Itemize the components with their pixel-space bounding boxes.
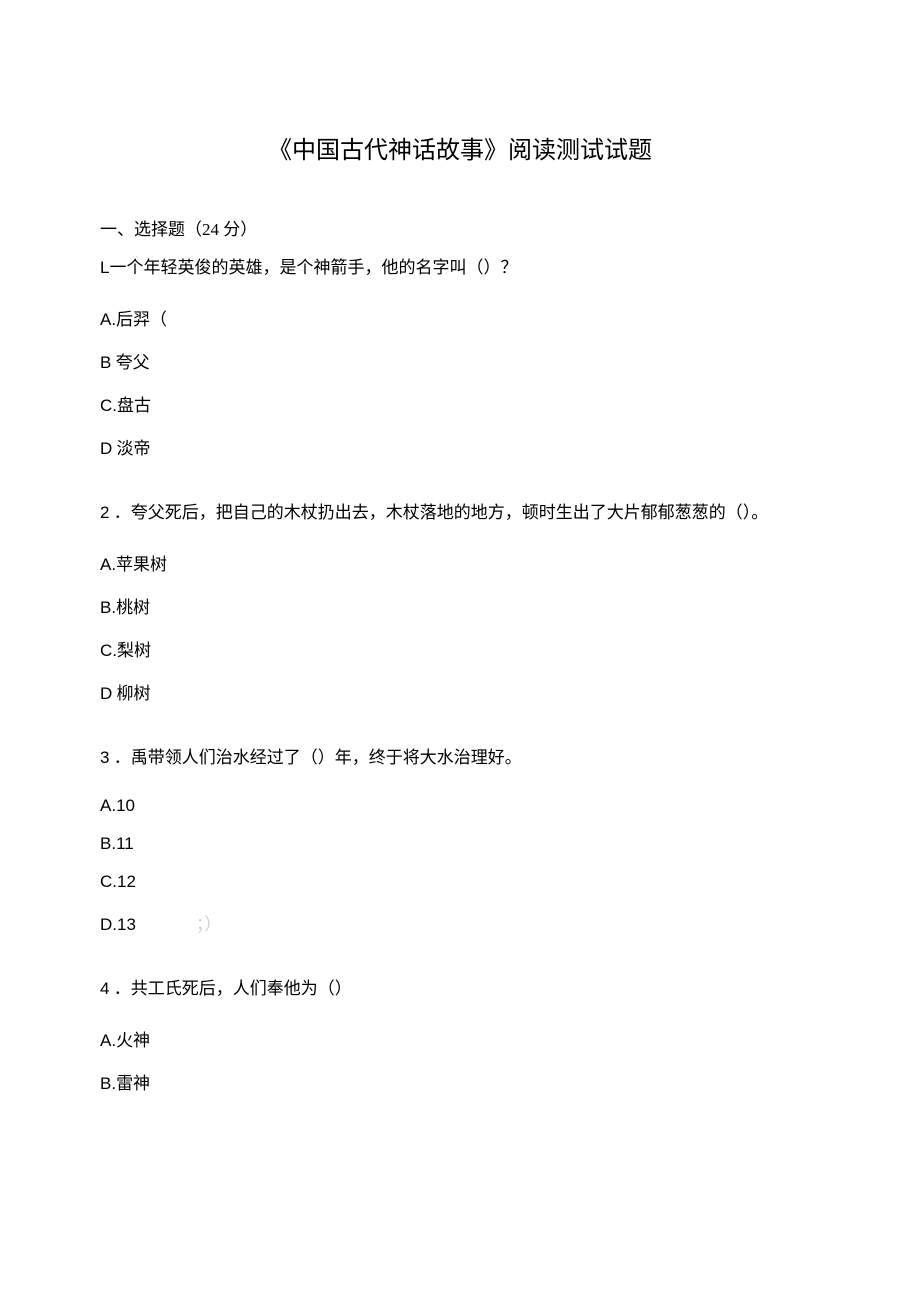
option-4a-prefix: A. — [100, 1031, 116, 1050]
option-3c-text: 12 — [117, 872, 136, 891]
option-3b: B.11 — [100, 834, 820, 854]
option-3c-prefix: C. — [100, 872, 117, 891]
option-1b: B 夸父 — [100, 348, 820, 373]
option-1d: D 淡帝 — [100, 434, 820, 459]
option-2c-text: 梨树 — [117, 641, 151, 660]
question-1-text: L一个年轻英俊的英雄，是个神箭手，他的名字叫（）？ — [100, 254, 820, 281]
option-3d: D.13 ；） — [100, 910, 820, 935]
question-1: L一个年轻英俊的英雄，是个神箭手，他的名字叫（）？ A.后羿（ B 夸父 C.盘… — [100, 254, 820, 459]
option-1b-prefix: B — [100, 353, 111, 372]
question-2: 2 ．夸父死后，把自己的木杖扔出去，木杖落地的地方，顿时生出了大片郁郁葱葱的（）… — [100, 499, 820, 704]
question-3-text: 3 ．禹带领人们治水经过了（）年，终于将大水治理好。 — [100, 744, 820, 771]
option-3a: A.10 — [100, 796, 820, 816]
option-1b-text: 夸父 — [111, 353, 149, 372]
option-2a-text: 苹果树 — [116, 555, 167, 574]
option-2b-prefix: B. — [100, 598, 116, 617]
option-2a-prefix: A. — [100, 555, 116, 574]
question-2-body: ．夸父死后，把自己的木杖扔出去，木杖落地的地方，顿时生出了大片郁郁葱葱的（）。 — [109, 503, 768, 522]
option-1c-text: 盘古 — [117, 396, 151, 415]
option-2a: A.苹果树 — [100, 550, 820, 575]
question-3: 3 ．禹带领人们治水经过了（）年，终于将大水治理好。 A.10 B.11 C.1… — [100, 744, 820, 934]
option-2d-text: 柳树 — [112, 684, 150, 703]
option-2b: B.桃树 — [100, 593, 820, 618]
option-1c-prefix: C. — [100, 396, 117, 415]
option-3c: C.12 — [100, 872, 820, 892]
option-1a-prefix: A. — [100, 310, 116, 329]
option-1d-prefix: D — [100, 439, 112, 458]
option-3b-prefix: B. — [100, 834, 116, 853]
document-title: 《中国古代神话故事》阅读测试试题 — [100, 130, 820, 165]
question-1-body: 一个年轻英俊的英雄，是个神箭手，他的名字叫（）？ — [109, 258, 517, 277]
question-4: 4 ．共工氏死后，人们奉他为（） A.火神 B.雷神 — [100, 975, 820, 1094]
option-2c: C.梨树 — [100, 636, 820, 661]
option-1a: A.后羿（ — [100, 305, 820, 330]
question-2-text: 2 ．夸父死后，把自己的木杖扔出去，木杖落地的地方，顿时生出了大片郁郁葱葱的（）… — [100, 499, 820, 526]
section-header: 一、选择题（24 分） — [100, 215, 820, 240]
option-3a-text: 10 — [116, 796, 135, 815]
option-1c: C.盘古 — [100, 391, 820, 416]
question-3-body: ．禹带领人们治水经过了（）年，终于将大水治理好。 — [109, 748, 521, 767]
option-3d-annotation: ；） — [196, 915, 222, 934]
option-4a: A.火神 — [100, 1026, 820, 1051]
option-2b-text: 桃树 — [116, 598, 150, 617]
option-1d-text: 淡帝 — [112, 439, 150, 458]
option-4b-text: 雷神 — [116, 1074, 150, 1093]
option-3d-prefix: D. — [100, 915, 117, 934]
option-2c-prefix: C. — [100, 641, 117, 660]
option-3b-text: 11 — [116, 834, 134, 853]
option-4b: B.雷神 — [100, 1069, 820, 1094]
question-4-body: ．共工氏死后，人们奉他为（） — [109, 979, 351, 998]
option-2d-prefix: D — [100, 684, 112, 703]
option-3a-prefix: A. — [100, 796, 116, 815]
option-4b-prefix: B. — [100, 1074, 116, 1093]
question-4-text: 4 ．共工氏死后，人们奉他为（） — [100, 975, 820, 1002]
option-1a-text: 后羿（ — [116, 310, 167, 329]
option-4a-text: 火神 — [116, 1031, 150, 1050]
option-3d-text: 13 — [117, 915, 136, 934]
option-2d: D 柳树 — [100, 679, 820, 704]
